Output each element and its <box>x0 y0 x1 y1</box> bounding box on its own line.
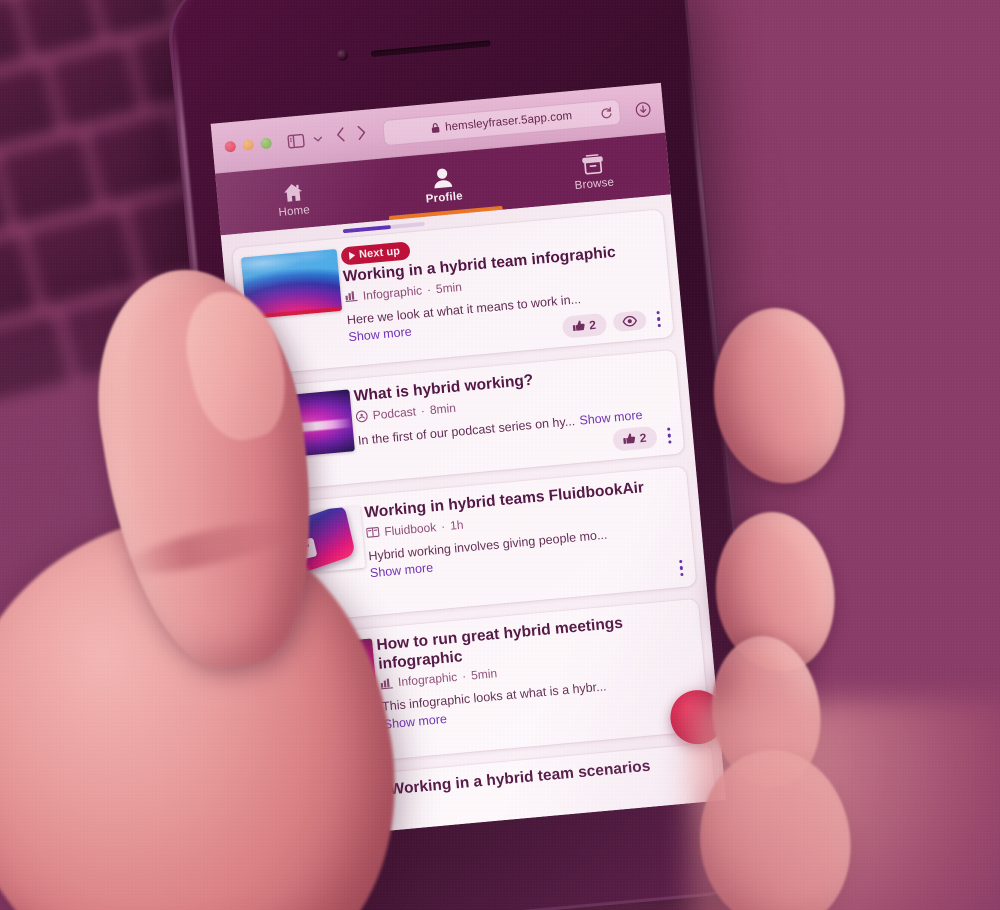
back-chevron-icon[interactable] <box>335 126 346 147</box>
card-thumbnail-wrap[interactable]: Working in hybrid teams <box>255 496 369 615</box>
show-more-link[interactable]: Show more <box>579 408 643 428</box>
card-thumbnail-image <box>253 389 355 460</box>
show-more-link[interactable]: Show more <box>369 561 433 581</box>
keyboard-key <box>92 0 174 37</box>
home-icon <box>281 181 305 203</box>
card-duration: 8min <box>429 400 457 417</box>
view-button[interactable] <box>611 310 647 333</box>
card-title[interactable]: Working in a hybrid team scenarios <box>389 753 703 800</box>
photo-scene: hemsleyfraser.5app.com Home Profile Brow… <box>0 0 1000 910</box>
thumbnail-progress-bar <box>246 306 343 320</box>
card-body: What is hybrid working? Podcast · 8min I… <box>348 350 683 473</box>
kebab-menu-icon[interactable] <box>662 424 675 447</box>
show-more-link[interactable]: Show more <box>383 712 447 732</box>
content-card[interactable]: Next up Working in a hybrid team infogra… <box>232 209 674 376</box>
card-type: Podcast <box>372 404 417 422</box>
card-thumbnail-wrap[interactable] <box>267 628 382 759</box>
thumbs-up-icon <box>622 432 636 446</box>
card-body: Next up Working in a hybrid team infogra… <box>336 209 673 356</box>
like-count: 2 <box>588 317 597 333</box>
card-actions[interactable] <box>674 556 687 579</box>
card-thumbnail-image <box>276 638 378 709</box>
card-type: Fluidbook <box>383 519 437 539</box>
content-card[interactable]: Working in hybrid teams Working in hybri… <box>255 466 697 625</box>
sidebar-toggle-icon[interactable] <box>287 133 305 148</box>
keyboard-key <box>0 64 59 148</box>
next-up-badge: Next up <box>340 241 411 266</box>
minimize-window-button[interactable] <box>242 139 255 152</box>
person-icon <box>432 167 454 190</box>
card-duration: 5min <box>435 279 463 296</box>
phone-screen: hemsleyfraser.5app.com Home Profile Brow… <box>210 82 727 841</box>
window-traffic-lights[interactable] <box>224 137 273 153</box>
forward-chevron-icon[interactable] <box>356 124 367 145</box>
like-button[interactable]: 2 <box>561 312 607 339</box>
card-thumbnail-wrap[interactable] <box>245 379 357 482</box>
infographic-icon <box>380 677 394 690</box>
card-duration: 1h <box>449 517 465 533</box>
address-bar[interactable]: hemsleyfraser.5app.com <box>381 98 622 146</box>
content-feed[interactable]: Next up Working in a hybrid team infogra… <box>220 194 727 841</box>
kebab-menu-icon[interactable] <box>652 307 665 330</box>
meta-separator: · <box>420 403 426 418</box>
book-icon <box>366 526 380 538</box>
play-icon <box>348 251 356 260</box>
card-thumbnail-wrap[interactable] <box>281 773 394 841</box>
like-button[interactable]: 2 <box>611 425 658 452</box>
meta-separator: · <box>426 282 432 297</box>
phone-device: hemsleyfraser.5app.com Home Profile Brow… <box>163 0 769 910</box>
card-thumbnail-image: Working in hybrid teams <box>264 505 366 577</box>
meta-separator: · <box>461 669 467 684</box>
course-progress-fill <box>342 225 391 234</box>
podcast-icon <box>355 409 368 422</box>
nav-label-browse: Browse <box>574 176 615 193</box>
content-card[interactable]: How to run great hybrid meetings infogra… <box>267 598 710 770</box>
lock-icon <box>431 122 441 134</box>
card-actions[interactable]: 2 <box>611 424 676 452</box>
close-window-button[interactable] <box>224 140 237 153</box>
card-body: Working in hybrid teams FluidbookAir Flu… <box>359 466 696 605</box>
card-body: How to run great hybrid meetings infogra… <box>371 599 709 750</box>
keyboard-key <box>88 113 188 202</box>
download-icon[interactable] <box>634 100 651 117</box>
like-count: 2 <box>639 430 648 445</box>
chevron-down-icon[interactable] <box>313 135 323 142</box>
reload-icon[interactable] <box>600 106 613 119</box>
keyboard-key <box>50 44 141 127</box>
nav-label-home: Home <box>278 203 311 219</box>
meta-separator: · <box>440 518 446 534</box>
url-text: hemsleyfraser.5app.com <box>444 109 573 134</box>
eye-icon <box>621 315 637 327</box>
show-more-link[interactable]: Show more <box>348 325 412 345</box>
card-thumbnail-wrap[interactable] <box>232 239 346 366</box>
infographic-icon <box>344 290 358 303</box>
archive-icon <box>581 153 605 176</box>
keyboard-key <box>0 135 98 224</box>
nav-label-profile: Profile <box>425 190 464 206</box>
fluidbook-cover-shape <box>274 505 356 577</box>
thumbs-up-icon <box>572 319 586 333</box>
card-thumbnail-image <box>240 248 343 320</box>
kebab-menu-icon[interactable] <box>674 556 687 579</box>
card-type: Infographic <box>362 283 423 303</box>
content-card[interactable]: What is hybrid working? Podcast · 8min I… <box>244 349 685 493</box>
next-up-badge-label: Next up <box>358 245 401 261</box>
card-duration: 5min <box>470 666 498 683</box>
zoom-window-button[interactable] <box>260 137 273 150</box>
keyboard-key <box>18 0 100 55</box>
keyboard-key <box>26 210 139 306</box>
card-type: Infographic <box>397 670 458 690</box>
